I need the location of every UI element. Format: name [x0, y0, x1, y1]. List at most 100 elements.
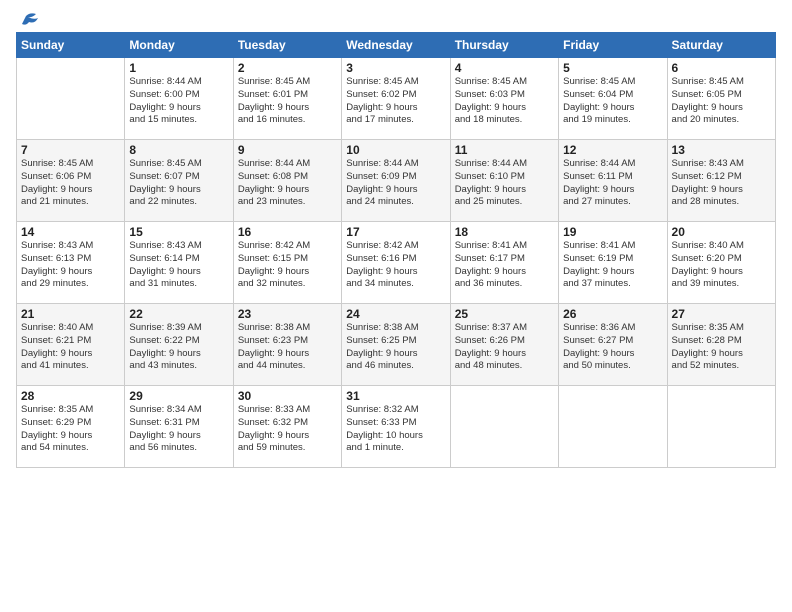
- calendar-day-cell: 9Sunrise: 8:44 AMSunset: 6:08 PMDaylight…: [233, 140, 341, 222]
- calendar-day-cell: 6Sunrise: 8:45 AMSunset: 6:05 PMDaylight…: [667, 58, 775, 140]
- weekday-header-sunday: Sunday: [17, 33, 125, 58]
- calendar-day-cell: 14Sunrise: 8:43 AMSunset: 6:13 PMDayligh…: [17, 222, 125, 304]
- day-content: Sunrise: 8:44 AMSunset: 6:09 PMDaylight:…: [346, 158, 445, 209]
- day-number: 9: [238, 143, 337, 157]
- day-number: 2: [238, 61, 337, 75]
- day-content: Sunrise: 8:38 AMSunset: 6:23 PMDaylight:…: [238, 322, 337, 373]
- calendar-empty-cell: [17, 58, 125, 140]
- calendar-day-cell: 27Sunrise: 8:35 AMSunset: 6:28 PMDayligh…: [667, 304, 775, 386]
- day-content: Sunrise: 8:44 AMSunset: 6:10 PMDaylight:…: [455, 158, 554, 209]
- day-content: Sunrise: 8:39 AMSunset: 6:22 PMDaylight:…: [129, 322, 228, 373]
- calendar-day-cell: 7Sunrise: 8:45 AMSunset: 6:06 PMDaylight…: [17, 140, 125, 222]
- day-number: 17: [346, 225, 445, 239]
- day-number: 28: [21, 389, 120, 403]
- calendar-day-cell: 16Sunrise: 8:42 AMSunset: 6:15 PMDayligh…: [233, 222, 341, 304]
- weekday-header-monday: Monday: [125, 33, 233, 58]
- day-content: Sunrise: 8:43 AMSunset: 6:13 PMDaylight:…: [21, 240, 120, 291]
- calendar-day-cell: 2Sunrise: 8:45 AMSunset: 6:01 PMDaylight…: [233, 58, 341, 140]
- calendar-week-row: 21Sunrise: 8:40 AMSunset: 6:21 PMDayligh…: [17, 304, 776, 386]
- calendar-day-cell: 12Sunrise: 8:44 AMSunset: 6:11 PMDayligh…: [559, 140, 667, 222]
- day-content: Sunrise: 8:43 AMSunset: 6:14 PMDaylight:…: [129, 240, 228, 291]
- day-number: 19: [563, 225, 662, 239]
- weekday-header-thursday: Thursday: [450, 33, 558, 58]
- calendar-day-cell: 4Sunrise: 8:45 AMSunset: 6:03 PMDaylight…: [450, 58, 558, 140]
- day-content: Sunrise: 8:43 AMSunset: 6:12 PMDaylight:…: [672, 158, 771, 209]
- day-number: 10: [346, 143, 445, 157]
- calendar-day-cell: 3Sunrise: 8:45 AMSunset: 6:02 PMDaylight…: [342, 58, 450, 140]
- calendar-day-cell: 24Sunrise: 8:38 AMSunset: 6:25 PMDayligh…: [342, 304, 450, 386]
- calendar-day-cell: 28Sunrise: 8:35 AMSunset: 6:29 PMDayligh…: [17, 386, 125, 468]
- day-content: Sunrise: 8:45 AMSunset: 6:07 PMDaylight:…: [129, 158, 228, 209]
- day-number: 22: [129, 307, 228, 321]
- day-content: Sunrise: 8:45 AMSunset: 6:03 PMDaylight:…: [455, 76, 554, 127]
- day-content: Sunrise: 8:41 AMSunset: 6:17 PMDaylight:…: [455, 240, 554, 291]
- day-number: 15: [129, 225, 228, 239]
- day-content: Sunrise: 8:44 AMSunset: 6:00 PMDaylight:…: [129, 76, 228, 127]
- day-number: 16: [238, 225, 337, 239]
- page: SundayMondayTuesdayWednesdayThursdayFrid…: [0, 0, 792, 612]
- calendar-day-cell: 21Sunrise: 8:40 AMSunset: 6:21 PMDayligh…: [17, 304, 125, 386]
- day-number: 29: [129, 389, 228, 403]
- calendar-day-cell: 29Sunrise: 8:34 AMSunset: 6:31 PMDayligh…: [125, 386, 233, 468]
- day-content: Sunrise: 8:45 AMSunset: 6:06 PMDaylight:…: [21, 158, 120, 209]
- day-number: 3: [346, 61, 445, 75]
- day-number: 13: [672, 143, 771, 157]
- logo-bird-icon: [18, 12, 40, 30]
- weekday-header-wednesday: Wednesday: [342, 33, 450, 58]
- calendar-day-cell: 20Sunrise: 8:40 AMSunset: 6:20 PMDayligh…: [667, 222, 775, 304]
- weekday-header-saturday: Saturday: [667, 33, 775, 58]
- day-content: Sunrise: 8:33 AMSunset: 6:32 PMDaylight:…: [238, 404, 337, 455]
- day-content: Sunrise: 8:44 AMSunset: 6:11 PMDaylight:…: [563, 158, 662, 209]
- day-content: Sunrise: 8:38 AMSunset: 6:25 PMDaylight:…: [346, 322, 445, 373]
- day-number: 1: [129, 61, 228, 75]
- day-number: 6: [672, 61, 771, 75]
- day-number: 30: [238, 389, 337, 403]
- day-content: Sunrise: 8:32 AMSunset: 6:33 PMDaylight:…: [346, 404, 445, 455]
- calendar-day-cell: 10Sunrise: 8:44 AMSunset: 6:09 PMDayligh…: [342, 140, 450, 222]
- calendar-day-cell: 5Sunrise: 8:45 AMSunset: 6:04 PMDaylight…: [559, 58, 667, 140]
- calendar-week-row: 14Sunrise: 8:43 AMSunset: 6:13 PMDayligh…: [17, 222, 776, 304]
- weekday-header-row: SundayMondayTuesdayWednesdayThursdayFrid…: [17, 33, 776, 58]
- day-content: Sunrise: 8:34 AMSunset: 6:31 PMDaylight:…: [129, 404, 228, 455]
- calendar-day-cell: 1Sunrise: 8:44 AMSunset: 6:00 PMDaylight…: [125, 58, 233, 140]
- day-content: Sunrise: 8:37 AMSunset: 6:26 PMDaylight:…: [455, 322, 554, 373]
- day-number: 5: [563, 61, 662, 75]
- day-number: 4: [455, 61, 554, 75]
- calendar-day-cell: 31Sunrise: 8:32 AMSunset: 6:33 PMDayligh…: [342, 386, 450, 468]
- day-content: Sunrise: 8:35 AMSunset: 6:28 PMDaylight:…: [672, 322, 771, 373]
- day-content: Sunrise: 8:42 AMSunset: 6:16 PMDaylight:…: [346, 240, 445, 291]
- calendar-table: SundayMondayTuesdayWednesdayThursdayFrid…: [16, 32, 776, 468]
- day-number: 14: [21, 225, 120, 239]
- day-content: Sunrise: 8:40 AMSunset: 6:20 PMDaylight:…: [672, 240, 771, 291]
- calendar-day-cell: 30Sunrise: 8:33 AMSunset: 6:32 PMDayligh…: [233, 386, 341, 468]
- day-content: Sunrise: 8:45 AMSunset: 6:04 PMDaylight:…: [563, 76, 662, 127]
- day-number: 20: [672, 225, 771, 239]
- calendar-week-row: 7Sunrise: 8:45 AMSunset: 6:06 PMDaylight…: [17, 140, 776, 222]
- day-number: 27: [672, 307, 771, 321]
- day-content: Sunrise: 8:41 AMSunset: 6:19 PMDaylight:…: [563, 240, 662, 291]
- calendar-day-cell: 18Sunrise: 8:41 AMSunset: 6:17 PMDayligh…: [450, 222, 558, 304]
- day-number: 31: [346, 389, 445, 403]
- header: [16, 12, 776, 26]
- calendar-week-row: 1Sunrise: 8:44 AMSunset: 6:00 PMDaylight…: [17, 58, 776, 140]
- day-content: Sunrise: 8:45 AMSunset: 6:02 PMDaylight:…: [346, 76, 445, 127]
- calendar-day-cell: 23Sunrise: 8:38 AMSunset: 6:23 PMDayligh…: [233, 304, 341, 386]
- calendar-day-cell: 8Sunrise: 8:45 AMSunset: 6:07 PMDaylight…: [125, 140, 233, 222]
- day-number: 23: [238, 307, 337, 321]
- calendar-empty-cell: [450, 386, 558, 468]
- calendar-week-row: 28Sunrise: 8:35 AMSunset: 6:29 PMDayligh…: [17, 386, 776, 468]
- day-number: 21: [21, 307, 120, 321]
- calendar-day-cell: 13Sunrise: 8:43 AMSunset: 6:12 PMDayligh…: [667, 140, 775, 222]
- day-number: 12: [563, 143, 662, 157]
- day-number: 26: [563, 307, 662, 321]
- day-content: Sunrise: 8:36 AMSunset: 6:27 PMDaylight:…: [563, 322, 662, 373]
- calendar-day-cell: 26Sunrise: 8:36 AMSunset: 6:27 PMDayligh…: [559, 304, 667, 386]
- day-number: 24: [346, 307, 445, 321]
- logo: [16, 12, 40, 26]
- day-number: 18: [455, 225, 554, 239]
- weekday-header-tuesday: Tuesday: [233, 33, 341, 58]
- calendar-day-cell: 19Sunrise: 8:41 AMSunset: 6:19 PMDayligh…: [559, 222, 667, 304]
- calendar-empty-cell: [559, 386, 667, 468]
- calendar-day-cell: 17Sunrise: 8:42 AMSunset: 6:16 PMDayligh…: [342, 222, 450, 304]
- day-content: Sunrise: 8:45 AMSunset: 6:05 PMDaylight:…: [672, 76, 771, 127]
